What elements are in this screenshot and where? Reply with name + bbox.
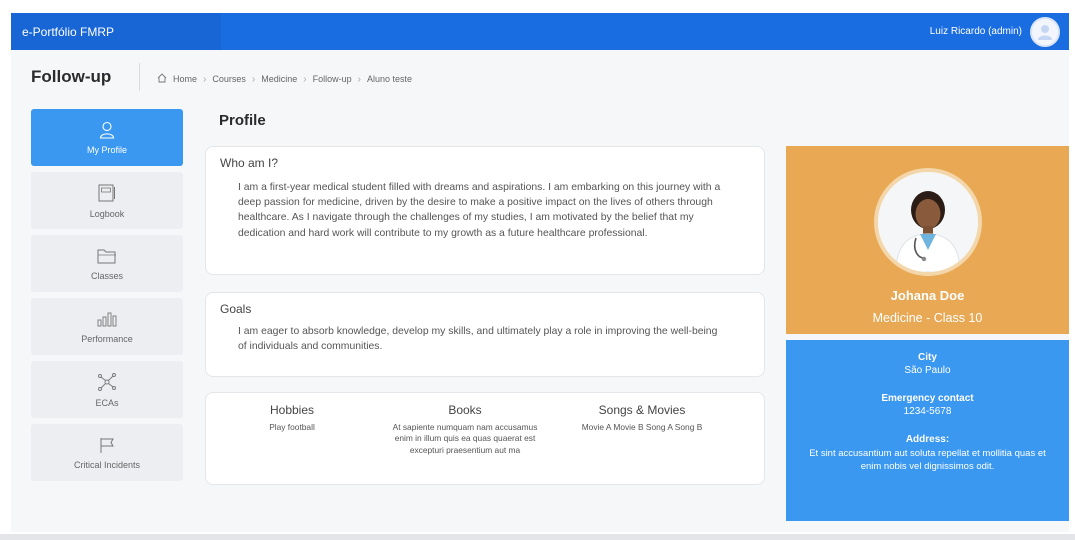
breadcrumb-courses[interactable]: Courses (212, 74, 246, 84)
sidebar-item-label: ECAs (95, 397, 119, 408)
sidebar-item-my-profile[interactable]: My Profile (31, 109, 183, 166)
chevron-right-icon: › (203, 73, 207, 85)
sidebar-item-performance[interactable]: Performance (31, 298, 183, 355)
emergency-label: Emergency contact (881, 393, 974, 404)
breadcrumb-current: Aluno teste (366, 74, 412, 84)
sidebar-item-logbook[interactable]: Logbook (31, 172, 183, 229)
interests-card: Hobbies Play football Books At sapiente … (205, 392, 765, 485)
address-value: Et sint accusantium aut soluta repellat … (809, 448, 1046, 472)
user-name[interactable]: Luiz Ricardo (admin) (930, 26, 1022, 37)
hobbies-text: Play football (269, 422, 315, 432)
brand-title[interactable]: e-Portfólio FMRP (22, 25, 114, 39)
emergency-value: 1234-5678 (903, 406, 952, 417)
home-icon[interactable] (157, 73, 167, 85)
chevron-right-icon: › (303, 73, 307, 85)
folder-icon (96, 247, 118, 265)
sidebar-item-label: My Profile (86, 144, 127, 155)
address-block: Address: Et sint accusantium aut soluta … (786, 434, 1069, 473)
breadcrumb-follow-up[interactable]: Follow-up (313, 74, 352, 84)
student-class: Medicine - Class 10 (872, 311, 983, 325)
breadcrumb-home[interactable]: Home (173, 74, 197, 84)
profile-heading: Profile (219, 112, 266, 129)
student-info-card: City São Paulo Emergency contact 1234-56… (786, 340, 1069, 521)
user-avatar-icon[interactable] (1030, 16, 1060, 47)
logbook-icon (97, 183, 117, 203)
title-divider (139, 63, 140, 91)
books-column: Books At sapiente numquam nam accusamus … (378, 403, 552, 484)
student-profile-card: Johana Doe Medicine - Class 10 (786, 146, 1069, 334)
address-label: Address: (905, 434, 950, 445)
goals-text: I am eager to absorb knowledge, develop … (238, 326, 718, 353)
chevron-right-icon: › (251, 73, 256, 85)
network-icon (96, 372, 118, 392)
student-name: Johana Doe (890, 288, 965, 303)
sidebar-item-label: Logbook (89, 208, 125, 219)
chevron-right-icon: › (357, 73, 361, 85)
books-title: Books (448, 403, 482, 417)
breadcrumb: Home › Courses › Medicine › Follow-up › … (157, 73, 412, 85)
page-title: Follow-up (31, 67, 112, 86)
student-photo (873, 168, 982, 276)
books-text: At sapiente numquam nam accusamus enim i… (392, 422, 538, 455)
sidebar-item-critical-incidents[interactable]: Critical Incidents (31, 424, 183, 481)
bar-chart-icon (96, 310, 118, 328)
footer-bar (0, 534, 1075, 540)
city-value: São Paulo (904, 365, 951, 376)
sidebar-item-label: Classes (90, 270, 123, 281)
flag-icon (98, 436, 116, 454)
songs-movies-text: Movie A Movie B Song A Song B (581, 422, 703, 432)
goals-title: Goals (220, 302, 252, 316)
songs-movies-title: Songs & Movies (598, 403, 686, 417)
student-portrait-icon (877, 172, 978, 272)
emergency-block: Emergency contact 1234-5678 (786, 393, 1069, 417)
sidebar-item-classes[interactable]: Classes (31, 235, 183, 292)
sidebar-item-label: Critical Incidents (73, 459, 141, 470)
goals-card: Goals I am eager to absorb knowledge, de… (205, 292, 765, 377)
who-am-i-title: Who am I? (220, 156, 279, 170)
top-navbar: e-Portfólio FMRP Luiz Ricardo (admin) (11, 13, 1069, 50)
songs-movies-column: Songs & Movies Movie A Movie B Song A So… (552, 403, 732, 484)
user-menu[interactable]: Luiz Ricardo (admin) (930, 16, 1060, 47)
sidebar-item-ecas[interactable]: ECAs (31, 361, 183, 418)
user-icon (99, 121, 115, 139)
city-block: City São Paulo (786, 352, 1069, 376)
breadcrumb-medicine[interactable]: Medicine (261, 74, 297, 84)
hobbies-title: Hobbies (269, 403, 315, 417)
sidebar: My Profile Logbook Classes Performance E… (31, 109, 183, 487)
who-am-i-text: I am a first-year medical student filled… (238, 182, 721, 239)
hobbies-column: Hobbies Play football (206, 403, 378, 484)
city-label: City (918, 352, 937, 363)
sidebar-item-label: Performance (81, 333, 133, 344)
who-am-i-card: Who am I? I am a first-year medical stud… (205, 146, 765, 275)
